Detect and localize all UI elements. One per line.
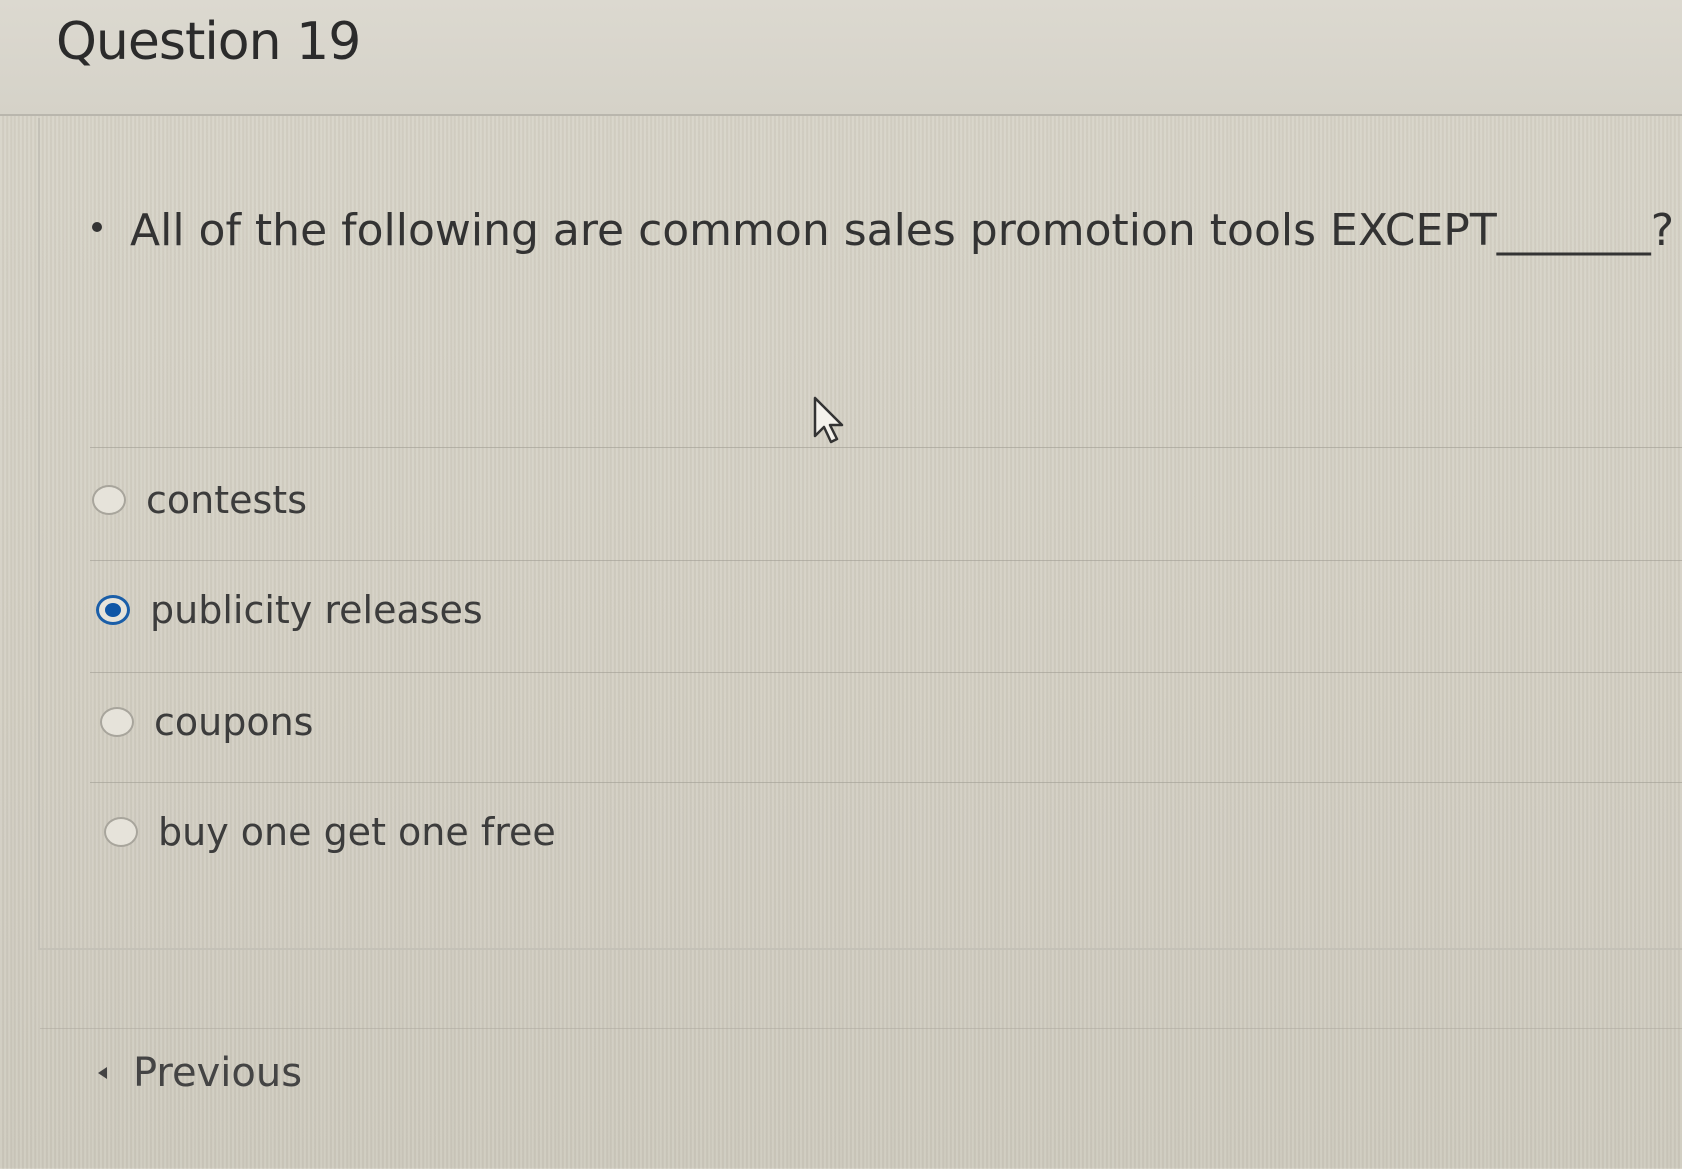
answer-option-coupons[interactable]: coupons <box>100 700 313 744</box>
radio-button[interactable] <box>104 817 138 847</box>
question-header: Question 19 <box>0 0 1682 116</box>
radio-button[interactable] <box>92 485 126 515</box>
previous-label: Previous <box>133 1050 303 1096</box>
previous-button[interactable]: Previous <box>98 1050 302 1096</box>
option-label: buy one get one free <box>158 810 556 854</box>
caret-left-icon <box>98 1067 107 1079</box>
divider <box>90 782 1682 783</box>
option-label: coupons <box>154 700 314 744</box>
divider <box>90 560 1682 561</box>
option-label: contests <box>146 478 307 522</box>
answer-option-buy-one-get-one-free[interactable]: buy one get one free <box>104 810 556 854</box>
answer-option-contests[interactable]: contests <box>92 478 307 522</box>
divider <box>90 447 1682 448</box>
page-title: Question 19 <box>56 12 361 72</box>
mouse-pointer-icon <box>813 396 844 444</box>
divider <box>90 672 1682 673</box>
question-text: All of the following are common sales pr… <box>130 205 1675 256</box>
answer-option-publicity-releases[interactable]: publicity releases <box>96 588 483 632</box>
bullet-icon <box>92 222 102 232</box>
radio-button[interactable] <box>100 707 134 737</box>
option-label: publicity releases <box>150 588 483 632</box>
radio-button-selected[interactable] <box>96 595 130 625</box>
question-prompt: All of the following are common sales pr… <box>92 205 1674 256</box>
